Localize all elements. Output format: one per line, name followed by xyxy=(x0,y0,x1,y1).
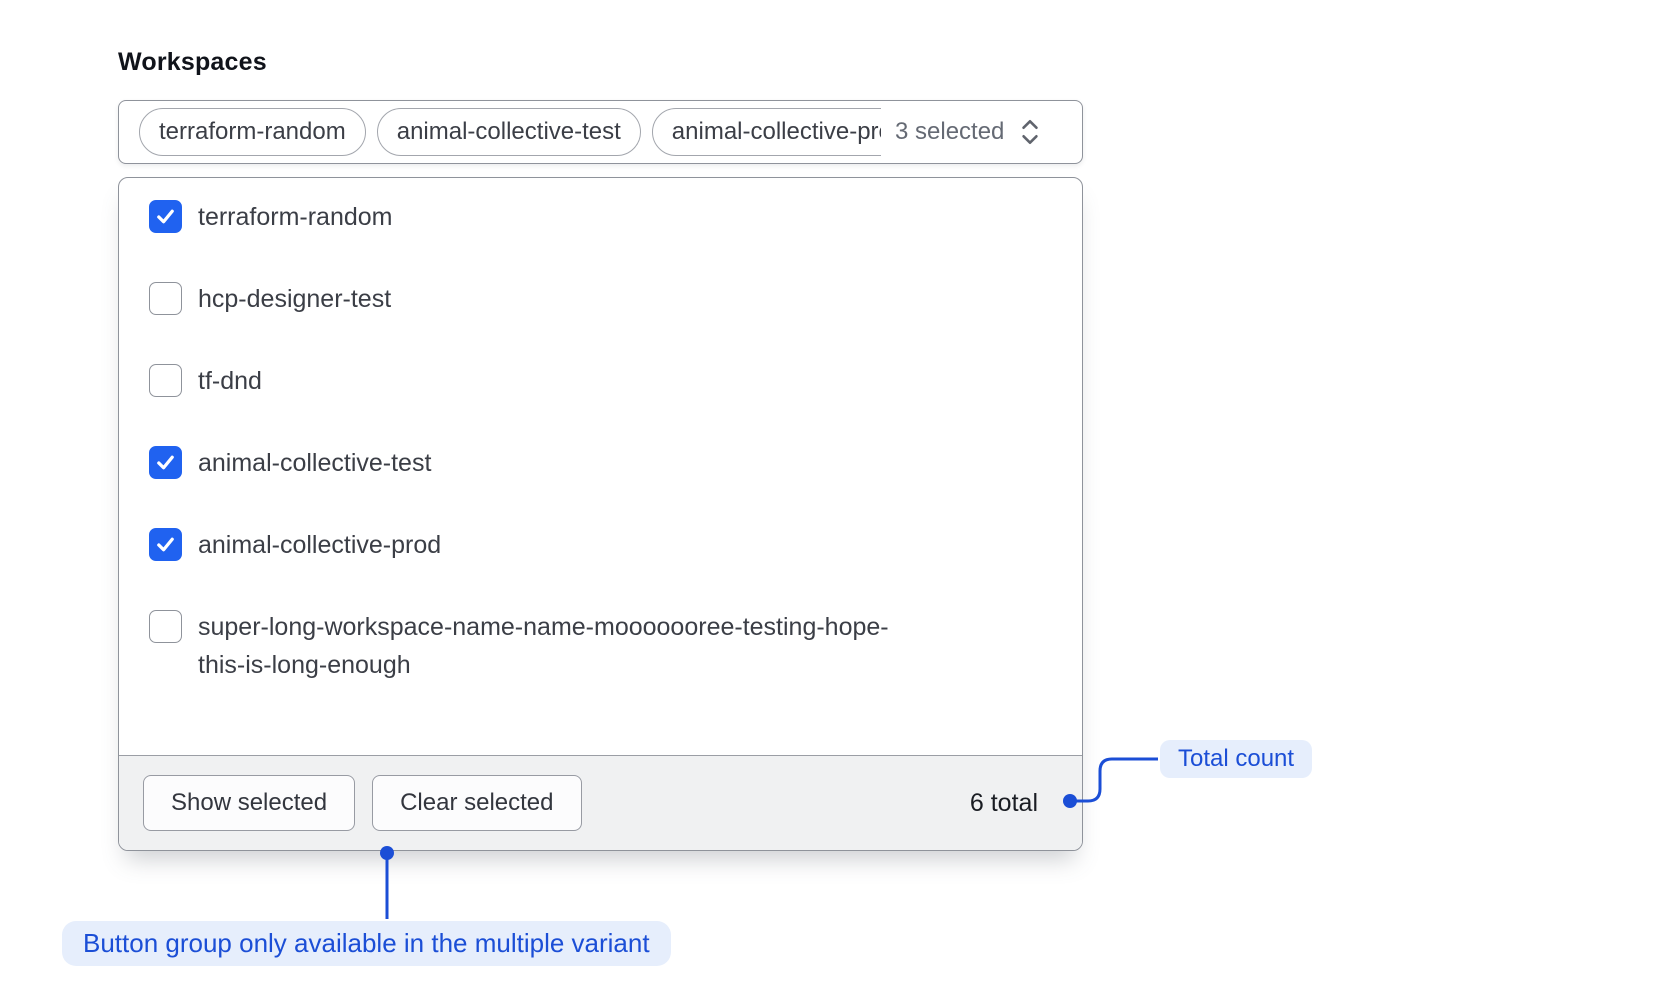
clear-selected-button[interactable]: Clear selected xyxy=(372,775,581,831)
button-group-connector xyxy=(380,846,394,919)
checkbox-unchecked[interactable] xyxy=(149,282,182,315)
checkbox-checked[interactable] xyxy=(149,200,182,233)
option-label: animal-collective-prod xyxy=(198,526,441,564)
pill-terraform-random[interactable]: terraform-random xyxy=(139,108,366,156)
pill-animal-collective-prod[interactable]: animal-collective-prod xyxy=(652,108,881,156)
listbox-footer: Show selected Clear selected 6 total xyxy=(119,755,1082,850)
option-row[interactable]: tf-dnd xyxy=(149,362,1052,400)
chevron-up-down-icon[interactable] xyxy=(1016,117,1044,147)
checkbox-checked[interactable] xyxy=(149,446,182,479)
total-count-text: 6 total xyxy=(970,789,1058,818)
field-label: Workspaces xyxy=(118,48,267,77)
checkbox-unchecked[interactable] xyxy=(149,610,182,643)
checkbox-unchecked[interactable] xyxy=(149,364,182,397)
listbox-panel: terraform-random hcp-designer-test tf-dn… xyxy=(118,177,1083,851)
option-label: terraform-random xyxy=(198,198,393,236)
workspaces-multiselect-demo: Workspaces terraform-random animal-colle… xyxy=(0,0,1672,1008)
show-selected-button[interactable]: Show selected xyxy=(143,775,355,831)
option-row[interactable]: animal-collective-test xyxy=(149,444,1052,482)
annotation-button-group: Button group only available in the multi… xyxy=(62,921,671,966)
option-label: hcp-designer-test xyxy=(198,280,391,318)
option-row[interactable]: animal-collective-prod xyxy=(149,526,1052,564)
option-label: animal-collective-test xyxy=(198,444,431,482)
check-icon xyxy=(154,533,177,556)
option-row[interactable]: super-long-workspace-name-name-moooooore… xyxy=(149,608,1052,684)
option-row[interactable]: terraform-random xyxy=(149,198,1052,236)
annotation-total-count: Total count xyxy=(1160,740,1312,778)
pill-animal-collective-test[interactable]: animal-collective-test xyxy=(377,108,641,156)
selected-count-text: 3 selected xyxy=(895,118,1004,146)
check-icon xyxy=(154,205,177,228)
multiselect-trigger[interactable]: terraform-random animal-collective-test … xyxy=(118,100,1083,164)
check-icon xyxy=(154,451,177,474)
option-row[interactable]: hcp-designer-test xyxy=(149,280,1052,318)
option-label: super-long-workspace-name-name-moooooore… xyxy=(198,608,928,684)
options-list: terraform-random hcp-designer-test tf-dn… xyxy=(119,178,1082,755)
option-label: tf-dnd xyxy=(198,362,262,400)
selected-pills: terraform-random animal-collective-test … xyxy=(139,108,881,156)
checkbox-checked[interactable] xyxy=(149,528,182,561)
